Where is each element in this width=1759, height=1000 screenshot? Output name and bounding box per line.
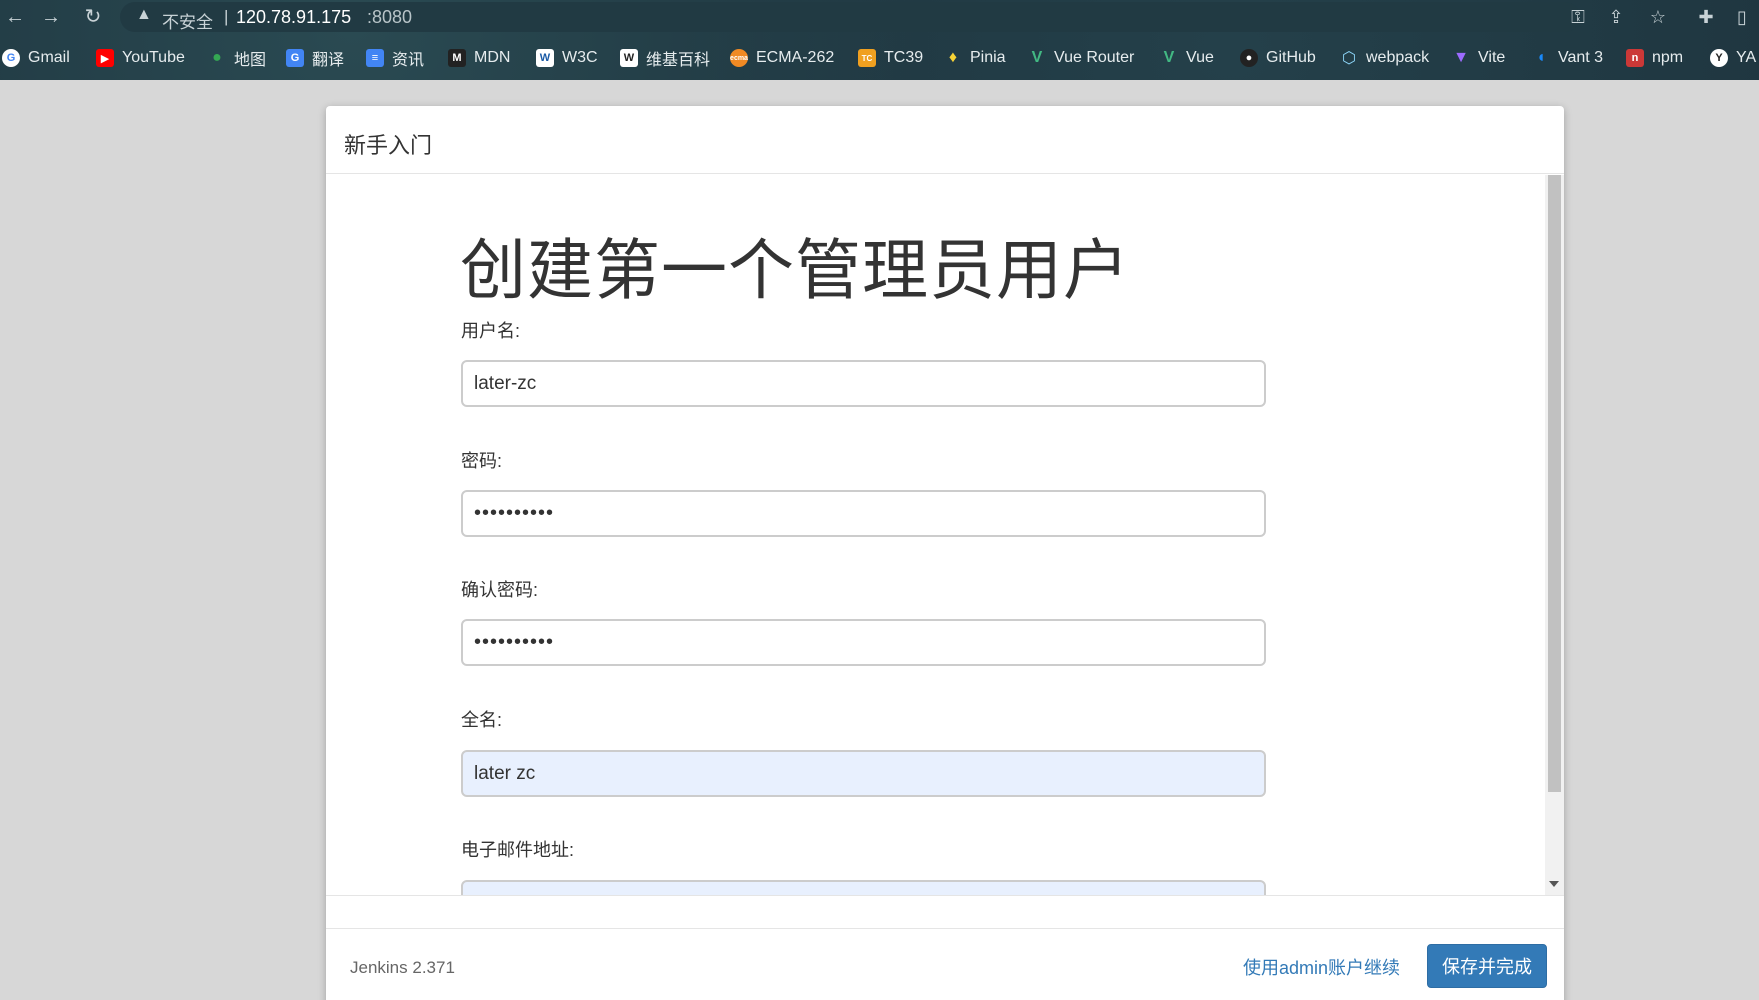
bookmark-webpack[interactable]: ⬡ webpack <box>1340 44 1429 72</box>
github-icon: ● <box>1240 49 1258 67</box>
star-icon[interactable]: ☆ <box>1646 5 1670 29</box>
save-and-finish-button[interactable]: 保存并完成 <box>1427 944 1547 988</box>
page-heading: 创建第一个管理员用户 <box>460 233 1130 307</box>
address-separator: | <box>224 7 229 26</box>
bookmark-w3c[interactable]: W W3C <box>536 44 598 72</box>
key-icon[interactable]: ⚿ <box>1566 5 1590 29</box>
bookmark-github[interactable]: ● GitHub <box>1240 44 1316 72</box>
security-label: 不安全 <box>162 13 213 32</box>
url-row: ← → ↻ ▲ 不安全 | 120.78.91.175 :8080 ⚿ ⇪ ☆ … <box>0 0 1759 34</box>
continue-as-admin-button[interactable]: 使用admin账户继续 <box>1243 954 1400 980</box>
google-icon: G <box>2 49 20 67</box>
jenkins-version: Jenkins 2.371 <box>350 958 455 977</box>
bookmark-vue-router[interactable]: V Vue Router <box>1028 44 1135 72</box>
bookmark-gmail[interactable]: G Gmail <box>2 44 70 72</box>
dialog-content: 创建第一个管理员用户 用户名: later-zc 密码: •••••••••• … <box>326 175 1545 895</box>
bookmark-vue[interactable]: V Vue <box>1160 44 1214 72</box>
back-arrow-icon[interactable]: ← <box>2 4 28 30</box>
bookmark-vite[interactable]: ▼ Vite <box>1452 44 1505 72</box>
bookmark-wikipedia[interactable]: W 维基百科 <box>620 44 710 72</box>
fullname-label: 全名: <box>461 710 503 730</box>
npm-icon: n <box>1626 49 1644 67</box>
reload-icon[interactable]: ↻ <box>80 4 106 30</box>
mdn-icon: M <box>448 49 466 67</box>
w3c-icon: W <box>536 49 554 67</box>
confirm-password-input[interactable]: •••••••••• <box>461 619 1266 666</box>
bookmark-yapi[interactable]: Y YA <box>1710 44 1756 72</box>
forward-arrow-icon[interactable]: → <box>38 4 64 30</box>
fullname-input[interactable]: later zc <box>461 750 1266 797</box>
bookmark-youtube[interactable]: ▶ YouTube <box>96 44 185 72</box>
wikipedia-icon: W <box>620 49 638 67</box>
confirm-password-value: •••••••••• <box>474 631 555 653</box>
password-label: 密码: <box>461 451 503 471</box>
tc39-icon: TC <box>858 49 876 67</box>
dialog-title: 新手入门 <box>344 133 433 158</box>
vue-icon: V <box>1163 49 1175 66</box>
content-scrollbar[interactable] <box>1545 175 1564 895</box>
password-value: •••••••••• <box>474 502 555 524</box>
sidepanel-icon[interactable]: ▯ <box>1730 5 1754 29</box>
url-port: :8080 <box>367 7 413 27</box>
warning-triangle-icon: ▲ <box>136 6 152 23</box>
bookmark-vant[interactable]: ◖ Vant 3 <box>1532 44 1603 72</box>
url-host: 120.78.91.175 <box>236 7 352 27</box>
fullname-value: later zc <box>474 762 536 784</box>
ecma-icon: ecma <box>730 49 748 67</box>
share-icon[interactable]: ⇪ <box>1604 5 1628 29</box>
footer-divider-secondary <box>326 928 1564 929</box>
bookmark-translate[interactable]: G 翻译 <box>286 44 344 72</box>
email-label: 电子邮件地址: <box>461 840 575 860</box>
bookmark-ecma[interactable]: ecma ECMA-262 <box>730 44 834 72</box>
scrollbar-thumb[interactable] <box>1548 175 1561 792</box>
password-input[interactable]: •••••••••• <box>461 490 1266 537</box>
bookmark-npm[interactable]: n npm <box>1626 44 1683 72</box>
address-bar[interactable]: ▲ 不安全 | 120.78.91.175 :8080 <box>120 2 1580 32</box>
browser-chrome: ← → ↻ ▲ 不安全 | 120.78.91.175 :8080 ⚿ ⇪ ☆ … <box>0 0 1759 80</box>
vant-icon: ◖ <box>1536 49 1546 66</box>
webpack-icon: ⬡ <box>1342 50 1356 67</box>
bookmark-mdn[interactable]: M MDN <box>448 44 510 72</box>
email-input[interactable] <box>461 880 1266 895</box>
vue-icon: V <box>1031 49 1043 66</box>
translate-icon: G <box>286 49 304 67</box>
pinia-icon: ♦ <box>948 49 958 66</box>
scroll-down-arrow-icon[interactable] <box>1549 881 1559 887</box>
bookmark-maps[interactable]: ● 地图 <box>208 44 266 72</box>
dialog-header: 新手入门 <box>326 106 1564 174</box>
username-input[interactable]: later-zc <box>461 360 1266 407</box>
news-icon: ≡ <box>366 49 384 67</box>
yapi-icon: Y <box>1710 49 1728 67</box>
username-label: 用户名: <box>461 321 521 341</box>
bookmark-news[interactable]: ≡ 资讯 <box>366 44 424 72</box>
bookmark-pinia[interactable]: ♦ Pinia <box>944 44 1006 72</box>
bookmark-tc39[interactable]: TC TC39 <box>858 44 923 72</box>
confirm-password-label: 确认密码: <box>461 580 539 600</box>
bookmarks-bar: G Gmail ▶ YouTube ● 地图 G 翻译 ≡ 资讯 M MDN W W3C W维… <box>0 44 1759 72</box>
vite-icon: ▼ <box>1453 49 1469 66</box>
setup-wizard-dialog: 新手入门 创建第一个管理员用户 用户名: later-zc 密码: ••••••… <box>326 106 1564 1000</box>
maps-icon: ● <box>212 49 222 66</box>
youtube-icon: ▶ <box>96 49 114 67</box>
username-value: later-zc <box>474 372 537 394</box>
extensions-puzzle-icon[interactable]: ✚ <box>1694 5 1718 29</box>
footer-divider <box>326 895 1564 896</box>
